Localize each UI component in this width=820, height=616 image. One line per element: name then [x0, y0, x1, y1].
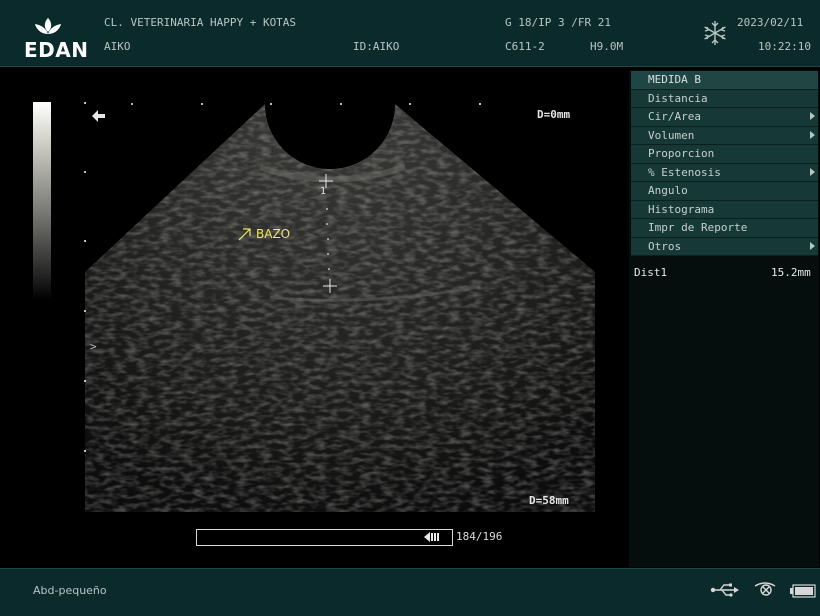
- probe-model: C611-2: [505, 40, 545, 53]
- menu-item-label: Cir/Area: [648, 110, 701, 123]
- menu-item-label: Angulo: [648, 184, 688, 197]
- patient-name: AIKO: [104, 40, 131, 53]
- lateral-tick: [201, 103, 203, 105]
- clinic-name: CL. VETERINARIA HAPPY + KOTAS: [104, 16, 297, 29]
- ultrasound-image[interactable]: 1: [60, 72, 625, 567]
- menu-item-histograma[interactable]: Histograma: [631, 200, 818, 219]
- depth-bottom-label: D=58mm: [529, 494, 569, 507]
- menu-item-estenosis[interactable]: % Estenosis: [631, 163, 818, 182]
- result-label: Dist1: [634, 266, 668, 279]
- menu-item-label: Distancia: [648, 91, 708, 105]
- exam-preset[interactable]: Abd-pequeño: [33, 584, 107, 597]
- lateral-tick: [270, 103, 272, 105]
- chevron-right-icon: [810, 112, 815, 120]
- menu-item-volumen[interactable]: Volumen: [631, 126, 818, 145]
- focus-marker: >: [90, 340, 97, 353]
- depth-top-label: D=0mm: [537, 108, 571, 121]
- menu-title: MEDIDA B: [631, 71, 818, 90]
- cine-playback-icon[interactable]: [424, 532, 440, 542]
- depth-tick: [84, 171, 86, 173]
- top-info-bar: EDAN CL. VETERINARIA HAPPY + KOTAS AIKO …: [0, 0, 820, 67]
- menu-item-cir-area[interactable]: Cir/Area: [631, 108, 818, 127]
- chevron-right-icon: [810, 167, 815, 176]
- scan-sector: [85, 104, 595, 512]
- menu-item-label: Volumen: [648, 128, 695, 142]
- probe-icon: [754, 582, 776, 596]
- depth-tick: [84, 450, 86, 452]
- annotation-label[interactable]: BAZO: [256, 227, 290, 241]
- usb-icon: [710, 583, 739, 597]
- result-value: 15.2mm: [771, 266, 811, 279]
- image-orientation-arrow-icon: [92, 110, 105, 122]
- menu-item-label: Proporcion: [648, 147, 715, 160]
- menu-title-label: MEDIDA B: [648, 73, 701, 86]
- menu-item-distancia[interactable]: Distancia: [631, 89, 818, 108]
- distance-caliper[interactable]: 1: [315, 172, 345, 297]
- bottom-status-bar: [0, 568, 820, 616]
- cine-frame-counter: 184/196: [456, 530, 503, 543]
- lateral-tick: [409, 103, 411, 105]
- lateral-tick: [479, 103, 481, 105]
- cine-progress-bar[interactable]: [196, 529, 453, 546]
- logo-text: EDAN: [24, 38, 89, 62]
- chevron-right-icon: [810, 241, 815, 250]
- grayscale-bar: [33, 102, 51, 300]
- menu-item-label: Impr de Reporte: [648, 221, 748, 234]
- depth-tick: [84, 310, 86, 312]
- chevron-right-icon: [810, 130, 815, 139]
- patient-id: ID:AIKO: [353, 40, 400, 53]
- annotation-arrow-icon: [238, 228, 251, 241]
- menu-item-label: Otros: [648, 239, 682, 253]
- menu-item-impr-reporte[interactable]: Impr de Reporte: [631, 219, 818, 238]
- caliper-marker-label: 1: [320, 186, 326, 197]
- lateral-tick: [131, 103, 133, 105]
- depth-tick: [84, 240, 86, 242]
- snowflake-icon[interactable]: [702, 20, 728, 46]
- lateral-tick: [340, 103, 342, 105]
- depth-tick: [84, 380, 86, 382]
- time: 10:22:10: [758, 40, 811, 53]
- depth-tick: [84, 102, 86, 104]
- menu-item-label: % Estenosis: [648, 165, 721, 179]
- measurement-menu: MEDIDA B Distancia Cir/Area Volumen Prop…: [631, 71, 818, 256]
- menu-item-otros[interactable]: Otros: [631, 237, 818, 256]
- battery-icon: [790, 584, 816, 598]
- date: 2023/02/11: [737, 16, 804, 29]
- menu-item-label: Histograma: [648, 202, 715, 216]
- imaging-params: G 18/IP 3 /FR 21: [505, 16, 611, 29]
- menu-item-proporcion[interactable]: Proporcion: [631, 145, 818, 164]
- frequency: H9.0M: [590, 40, 624, 53]
- menu-item-angulo[interactable]: Angulo: [631, 182, 818, 201]
